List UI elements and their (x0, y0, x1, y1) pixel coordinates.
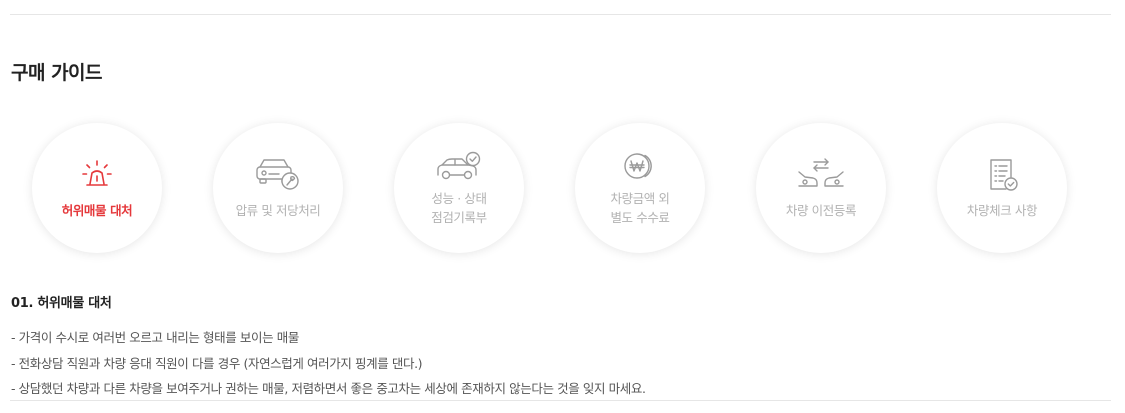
guide-item-vehicle-checklist[interactable]: 차량체크 사항 (937, 123, 1067, 253)
guide-item-extra-fees[interactable]: 차량금액 외 별도 수수료 (575, 123, 705, 253)
guide-item-label: 차량금액 외 별도 수수료 (575, 189, 705, 227)
car-wrench-icon (213, 157, 343, 191)
guide-list: 허위매물 대처 압류 및 저당처리 성능 · 상태 점검기록부 차량금액 외 별… (0, 120, 1125, 260)
siren-icon (32, 157, 162, 191)
label-line: 허위매물 대처 (61, 203, 133, 218)
guide-item-label: 성능 · 상태 점검기록부 (394, 189, 524, 227)
guide-item-label: 차량 이전등록 (756, 201, 886, 220)
label-line: 차량 이전등록 (785, 203, 857, 218)
label-line: 성능 · 상태 (431, 191, 487, 206)
guide-item-label: 압류 및 저당처리 (213, 201, 343, 220)
label-line: 차량체크 사항 (966, 203, 1038, 218)
won-coin-icon (575, 151, 705, 183)
detail-title: 01. 허위매물 대처 (11, 296, 112, 311)
label-line: 압류 및 저당처리 (235, 203, 321, 218)
guide-item-inspection-record[interactable]: 성능 · 상태 점검기록부 (394, 123, 524, 253)
checklist-icon (937, 157, 1067, 193)
detail-line: - 가격이 수시로 여러번 오르고 내리는 형태를 보이는 매물 (11, 330, 299, 345)
label-line: 차량금액 외 (610, 191, 670, 206)
guide-item-transfer-registration[interactable]: 차량 이전등록 (756, 123, 886, 253)
label-line: 점검기록부 (431, 210, 487, 225)
guide-item-fake-listing[interactable]: 허위매물 대처 (32, 123, 162, 253)
purchase-guide-page: 구매 가이드 허위매물 대처 압류 및 저당처리 성능 · 상태 점검기록부 차… (0, 0, 1125, 413)
bottom-divider (10, 400, 1111, 401)
car-check-icon (394, 151, 524, 183)
detail-lines: - 가격이 수시로 여러번 오르고 내리는 형태를 보이는 매물 - 전화상담 … (11, 325, 646, 402)
top-divider (10, 14, 1111, 15)
guide-item-seizure-mortgage[interactable]: 압류 및 저당처리 (213, 123, 343, 253)
car-transfer-icon (756, 157, 886, 191)
guide-item-label: 허위매물 대처 (32, 201, 162, 220)
detail-line: - 전화상담 직원과 차량 응대 직원이 다를 경우 (자연스럽게 여러가지 핑… (11, 355, 423, 371)
label-line: 별도 수수료 (610, 210, 670, 225)
guide-item-label: 차량체크 사항 (937, 201, 1067, 220)
section-title: 구매 가이드 (11, 62, 103, 84)
detail-line: - 상담했던 차량과 다른 차량을 보여주거나 권하는 매물, 저렴하면서 좋은… (11, 381, 646, 396)
